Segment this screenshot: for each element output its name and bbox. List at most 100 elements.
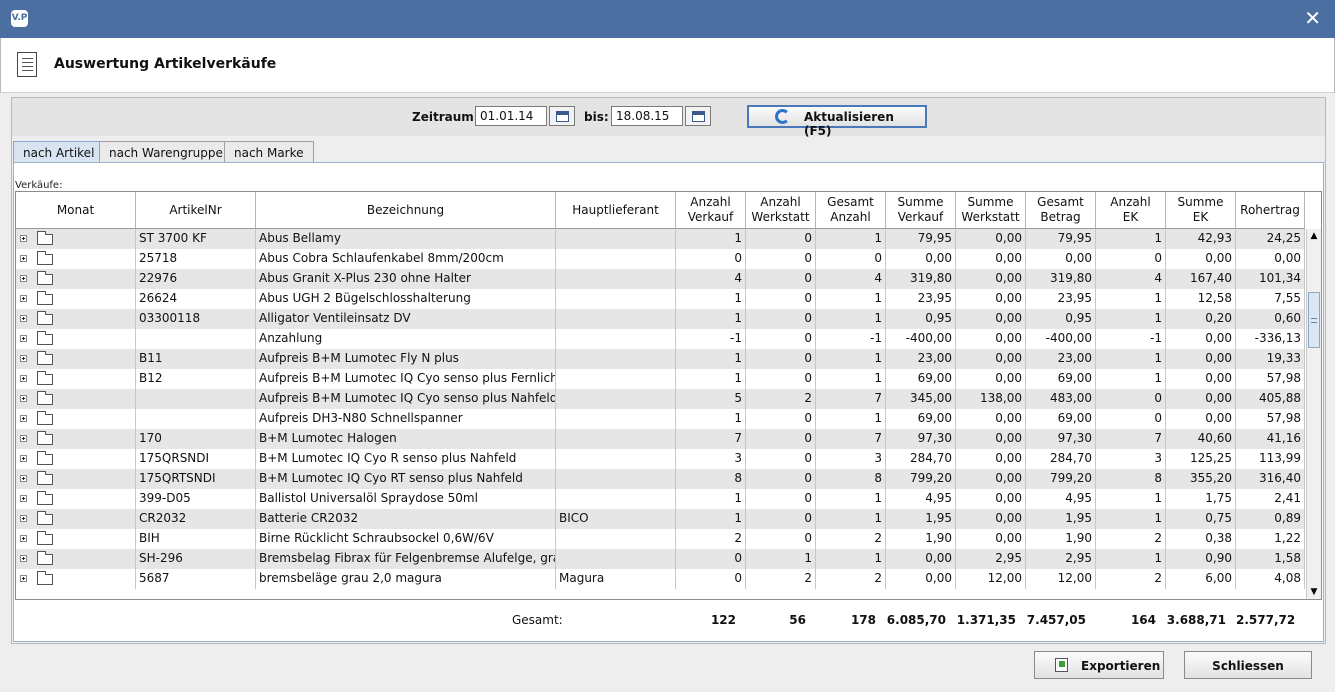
column-header-anzahl-werkstatt[interactable]: Anzahl Werkstatt <box>746 192 816 229</box>
column-header-hauptlieferant[interactable]: Hauptlieferant <box>556 192 676 229</box>
table-row[interactable]: 22976 Abus Granit X-Plus 230 ohne Halter 4… <box>16 269 1305 289</box>
column-header-gesamt-betrag[interactable]: Gesamt Betrag <box>1026 192 1096 229</box>
expand-icon[interactable] <box>20 435 27 442</box>
page-title: Auswertung Artikelverkäufe <box>54 56 277 72</box>
bis-label: bis: <box>584 110 609 124</box>
vertical-scrollbar[interactable]: ▲ ▼ <box>1306 229 1321 599</box>
table-row[interactable]: 175QRTSNDI B+M Lumotec IQ Cyo RT senso pl… <box>16 469 1305 489</box>
column-header-text: Gesamt <box>1037 195 1084 209</box>
cell-anzahl-werkstatt: 0 <box>746 229 816 249</box>
scroll-up-icon[interactable]: ▲ <box>1308 230 1320 242</box>
date-from-calendar-button[interactable] <box>549 106 575 126</box>
column-header-gesamt-anzahl[interactable]: Gesamt Anzahl <box>816 192 886 229</box>
scroll-down-icon[interactable]: ▼ <box>1308 586 1320 598</box>
export-button-label: Exportieren <box>1081 659 1161 673</box>
table-row[interactable]: BIH Birne Rücklicht Schraubsockel 0,6W/6V… <box>16 529 1305 549</box>
cell-summe-verkauf: 69,00 <box>886 369 956 389</box>
expand-icon[interactable] <box>20 355 27 362</box>
cell-anzahl-verkauf: 1 <box>676 229 746 249</box>
expand-icon[interactable] <box>20 235 27 242</box>
cell-anzahl-ek: 1 <box>1096 549 1166 569</box>
cell-gesamt-betrag: 799,20 <box>1026 469 1096 489</box>
column-header-artikelnr[interactable]: ArtikelNr <box>136 192 256 229</box>
column-header-summe-ek[interactable]: Summe EK <box>1166 192 1236 229</box>
cell-anzahl-ek: 4 <box>1096 269 1166 289</box>
total-summe-ek: 3.688,71 <box>1166 613 1226 627</box>
refresh-button[interactable]: Aktualisieren (F5) <box>747 105 927 138</box>
column-header-rohertrag[interactable]: Rohertrag <box>1236 192 1305 229</box>
expand-icon[interactable] <box>20 395 27 402</box>
expand-icon[interactable] <box>20 555 27 562</box>
section-label: Verkäufe: <box>15 180 63 191</box>
cell-artikelnr <box>136 329 256 349</box>
cell-anzahl-verkauf: -1 <box>676 329 746 349</box>
cell-summe-ek: 167,40 <box>1166 269 1236 289</box>
cell-summe-ek: 355,20 <box>1166 469 1236 489</box>
expand-icon[interactable] <box>20 255 27 262</box>
table-row[interactable]: CR2032 Batterie CR2032 BICO 1 0 1 1,95 0,00 1,95… <box>16 509 1305 529</box>
expand-icon[interactable] <box>20 415 27 422</box>
expand-icon[interactable] <box>20 295 27 302</box>
cell-anzahl-verkauf: 2 <box>676 529 746 549</box>
cell-artikelnr: 03300118 <box>136 309 256 329</box>
cell-anzahl-werkstatt: 0 <box>746 309 816 329</box>
expand-icon[interactable] <box>20 315 27 322</box>
cell-rohertrag: 2,41 <box>1236 489 1305 509</box>
column-header-bezeichnung[interactable]: Bezeichnung <box>256 192 556 229</box>
expand-icon[interactable] <box>20 535 27 542</box>
table-row[interactable]: 5687 bremsbeläge grau 2,0 magura Magura 0 2 2… <box>16 569 1305 589</box>
date-to-calendar-button[interactable] <box>685 106 711 126</box>
table-row[interactable]: 170 B+M Lumotec Halogen 7 0 7 97,30 0,00 97,30 7… <box>16 429 1305 449</box>
cell-anzahl-verkauf: 1 <box>676 369 746 389</box>
table-row[interactable]: B12 Aufpreis B+M Lumotec IQ Cyo senso plu… <box>16 369 1305 389</box>
tab-nach-marke[interactable]: nach Marke <box>224 141 314 162</box>
cell-monat <box>16 289 136 309</box>
table-row[interactable]: ST 3700 KF Abus Bellamy 1 0 1 79,95 0,00 79,95 1… <box>16 229 1305 249</box>
expand-icon[interactable] <box>20 335 27 342</box>
table-row[interactable]: Anzahlung -1 0 -1 -400,00 0,00 -400,00 -1 0,00 -3… <box>16 329 1305 349</box>
tab-nach-artikel[interactable]: nach Artikel <box>13 141 105 163</box>
expand-icon[interactable] <box>20 515 27 522</box>
expand-icon[interactable] <box>20 455 27 462</box>
table-row[interactable]: 25718 Abus Cobra Schlaufenkabel 8mm/200cm… <box>16 249 1305 269</box>
column-header-anzahl-ek[interactable]: Anzahl EK <box>1096 192 1166 229</box>
total-gesamt-betrag: 7.457,05 <box>1026 613 1086 627</box>
cell-artikelnr <box>136 389 256 409</box>
cell-monat <box>16 409 136 429</box>
date-from-input[interactable]: 01.01.14 <box>475 106 547 126</box>
table-row[interactable]: SH-296 Bremsbelag Fibrax für Felgenbremse… <box>16 549 1305 569</box>
cell-artikelnr: 175QRSNDI <box>136 449 256 469</box>
expand-icon[interactable] <box>20 495 27 502</box>
tab-nach-warengruppe[interactable]: nach Warengruppe <box>99 141 233 162</box>
cell-summe-werkstatt: 0,00 <box>956 309 1026 329</box>
table-row[interactable]: Aufpreis DH3-N80 Schnellspanner 1 0 1 69,00 0… <box>16 409 1305 429</box>
cell-anzahl-ek: 1 <box>1096 289 1166 309</box>
expand-icon[interactable] <box>20 475 27 482</box>
column-header-text: Verkauf <box>897 210 944 224</box>
window-close-button[interactable]: ✕ <box>1304 7 1321 29</box>
table-row[interactable]: B11 Aufpreis B+M Lumotec Fly N plus 1 0 1 23,… <box>16 349 1305 369</box>
table-row[interactable]: Aufpreis B+M Lumotec IQ Cyo senso plus N… <box>16 389 1305 409</box>
cell-artikelnr: ST 3700 KF <box>136 229 256 249</box>
table-row[interactable]: 399-D05 Ballistol Universalöl Spraydose 5… <box>16 489 1305 509</box>
table-row[interactable]: 175QRSNDI B+M Lumotec IQ Cyo R senso plus… <box>16 449 1305 469</box>
table-row[interactable]: 03300118 Alligator Ventileinsatz DV 1 0 1 0,9… <box>16 309 1305 329</box>
cell-rohertrag: 57,98 <box>1236 409 1305 429</box>
cell-anzahl-werkstatt: 0 <box>746 409 816 429</box>
expand-icon[interactable] <box>20 375 27 382</box>
close-button[interactable]: Schliessen <box>1184 651 1312 679</box>
cell-monat <box>16 429 136 449</box>
column-header-anzahl-verkauf[interactable]: Anzahl Verkauf <box>676 192 746 229</box>
scrollbar-thumb[interactable] <box>1308 292 1320 348</box>
column-header-summe-verkauf[interactable]: Summe Verkauf <box>886 192 956 229</box>
column-header-monat[interactable]: Monat <box>16 192 136 229</box>
folder-icon <box>37 491 53 505</box>
export-button[interactable]: Exportieren <box>1034 651 1164 679</box>
table-row[interactable]: 26624 Abus UGH 2 Bügelschlosshalterung 1 0 1… <box>16 289 1305 309</box>
column-header-summe-werkstatt[interactable]: Summe Werkstatt <box>956 192 1026 229</box>
cell-summe-ek: 1,75 <box>1166 489 1236 509</box>
expand-icon[interactable] <box>20 575 27 582</box>
expand-icon[interactable] <box>20 275 27 282</box>
zeitraum-label: Zeitraum: <box>412 110 479 124</box>
date-to-input[interactable]: 18.08.15 <box>611 106 683 126</box>
